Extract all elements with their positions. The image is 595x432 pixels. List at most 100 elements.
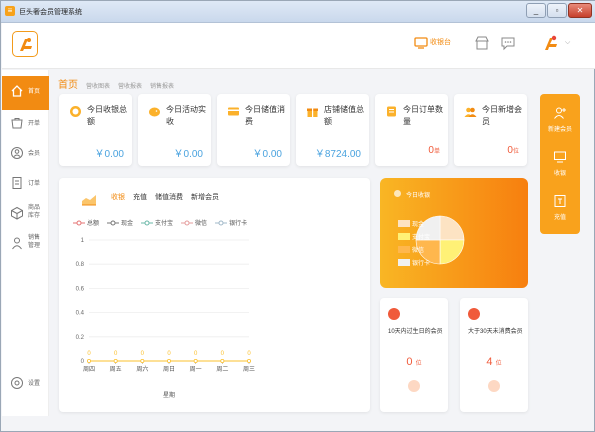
user-avatar[interactable] [541,33,561,53]
today-cash-pie-card: 今日收银 现金 支付宝 微信 银行卡 [380,178,528,288]
tab-revenue-chart[interactable]: 营收图表 [86,81,110,90]
x-axis-title: 星期 [163,391,175,399]
gift-icon [307,108,318,117]
y-tick-label: 0.6 [76,286,85,292]
data-label: 0 [194,351,198,357]
sidebar-item-home[interactable]: 首页 [2,76,49,110]
crown-icon [468,308,480,320]
data-point [246,358,251,363]
members-icon [464,107,477,117]
data-label: 0 [141,351,145,357]
stat-title: 今日储值消费 [245,105,285,126]
cart-icon [11,118,23,129]
sidebar-item-members[interactable]: 会员 [2,138,49,172]
tab-revenue-report[interactable]: 营收报表 [118,81,142,90]
x-tick-label: 周四 [83,366,95,373]
stat-value: 0单 [428,145,440,156]
x-tick-label: 周六 [136,365,148,373]
data-label: 0 [167,351,171,357]
maximize-button[interactable]: ▫ [547,3,567,18]
mini-card-unit: 位 [415,361,422,367]
x-tick-label: 周二 [216,366,228,373]
cashier-button[interactable]: 收银 [540,150,580,177]
sidebar-item-label: 设置 [28,381,41,387]
close-button[interactable]: ✕ [568,3,592,18]
stat-title: 今日订单数量 [403,105,443,126]
stat-card-new-members: 今日新增会员 0位 [454,94,527,166]
quick-action-label: 新建会员 [547,127,572,133]
new-member-button[interactable]: 新建会员 [540,106,580,133]
user-icon [11,147,23,159]
title-bar: ≡ 巨头奢会员管理系统 _ ▫ ✕ [1,1,595,23]
stat-card-stored-total: 店铺储值总额 ￥8724.00 [296,94,369,166]
inactive-members-card[interactable]: 大于30天未消费会员 4 位 [460,298,528,412]
stat-value: ￥8724.00 [314,149,361,160]
person-icon [12,237,22,250]
y-tick-label: 1 [81,238,85,244]
sidebar-item-inventory[interactable]: 商品 库存 [2,198,49,232]
data-point [113,358,118,363]
data-label: 0 [247,351,251,357]
pie-slice [439,215,465,241]
quick-action-label: 收银 [553,171,566,177]
stat-value: 0位 [507,145,519,156]
cashier-monitor-icon[interactable] [413,35,429,51]
pie-legend-label: 银行卡 [412,259,430,267]
sidebar-item-label: 商品 库存 [28,205,41,219]
main-content: 首页 营收图表 营收报表 销售报表 今日收银总额 ￥0.00 今日活动实收 ￥0… [50,70,595,416]
stat-value: ￥0.00 [173,149,203,160]
stat-card-order-count: 今日订单数量 0单 [375,94,448,166]
chevron-down-icon[interactable]: ⌵ [565,39,570,47]
tab-home[interactable]: 首页 [58,76,78,91]
x-tick-label: 周三 [243,366,255,373]
add-user-icon [554,107,566,119]
birthday-members-card[interactable]: 10天内过生日的会员 0 位 [380,298,448,412]
data-point [86,358,91,363]
pie-legend-swatch [398,233,410,240]
sidebar-item-settings[interactable]: 设置 [2,368,49,402]
cake-icon [388,308,400,320]
gear-icon [11,377,23,389]
minimize-button[interactable]: _ [526,3,546,18]
y-tick-label: 0.4 [76,311,85,317]
cash-pie-chart: 现金支付宝微信银行卡 [398,215,465,267]
cashier-link[interactable]: 收银台 [430,37,451,47]
recharge-button[interactable]: 充值 [540,194,580,221]
x-tick-label: 周日 [163,366,175,373]
stat-title: 店铺储值总额 [324,105,364,126]
message-icon[interactable] [500,35,516,51]
mini-card-number: 4 [486,356,493,368]
tab-sales-report[interactable]: 销售报表 [150,81,174,90]
stat-unit: 单 [433,149,440,155]
x-tick-label: 周五 [110,366,122,373]
piggy-bank-icon [149,107,160,117]
pie-legend-label: 现金 [412,220,424,228]
pie-legend-swatch [398,246,410,253]
x-tick-label: 周一 [190,366,202,373]
sidebar-item-orders[interactable]: 订单 [2,168,49,202]
pie-legend-swatch [398,259,410,266]
sidebar: 首页 开单 会员 订单 商品 库存 销售 管理 设置 [2,70,49,416]
monitor-icon [554,151,566,163]
mini-card-number: 0 [406,356,413,368]
quick-action-label: 充值 [553,215,566,221]
pie-legend-swatch [398,220,410,227]
store-icon[interactable] [474,35,490,51]
data-point [220,358,225,363]
stat-value: ￥0.00 [252,149,282,160]
sidebar-item-label: 订单 [28,181,41,187]
pie-slice [439,239,465,265]
data-label: 0 [87,351,91,357]
sidebar-item-label: 会员 [28,151,41,157]
data-point [193,358,198,363]
stat-title: 今日活动实收 [166,105,206,126]
menu-icon[interactable] [408,380,420,392]
sidebar-item-sales[interactable]: 销售 管理 [2,228,49,262]
mini-card-unit: 位 [495,361,502,367]
revenue-chart-card: 收银 充值 储值消费 新增会员 总额 现金 支付宝 微信 银行卡 0 0.2 0.4… [59,178,370,412]
stat-value: ￥0.00 [94,149,124,160]
sidebar-item-order-entry[interactable]: 开单 [2,108,49,142]
page-tabs: 首页 营收图表 营收报表 销售报表 [58,76,174,91]
menu-icon[interactable] [488,380,500,392]
mini-card-text: 大于30天未消费会员 [468,329,523,335]
